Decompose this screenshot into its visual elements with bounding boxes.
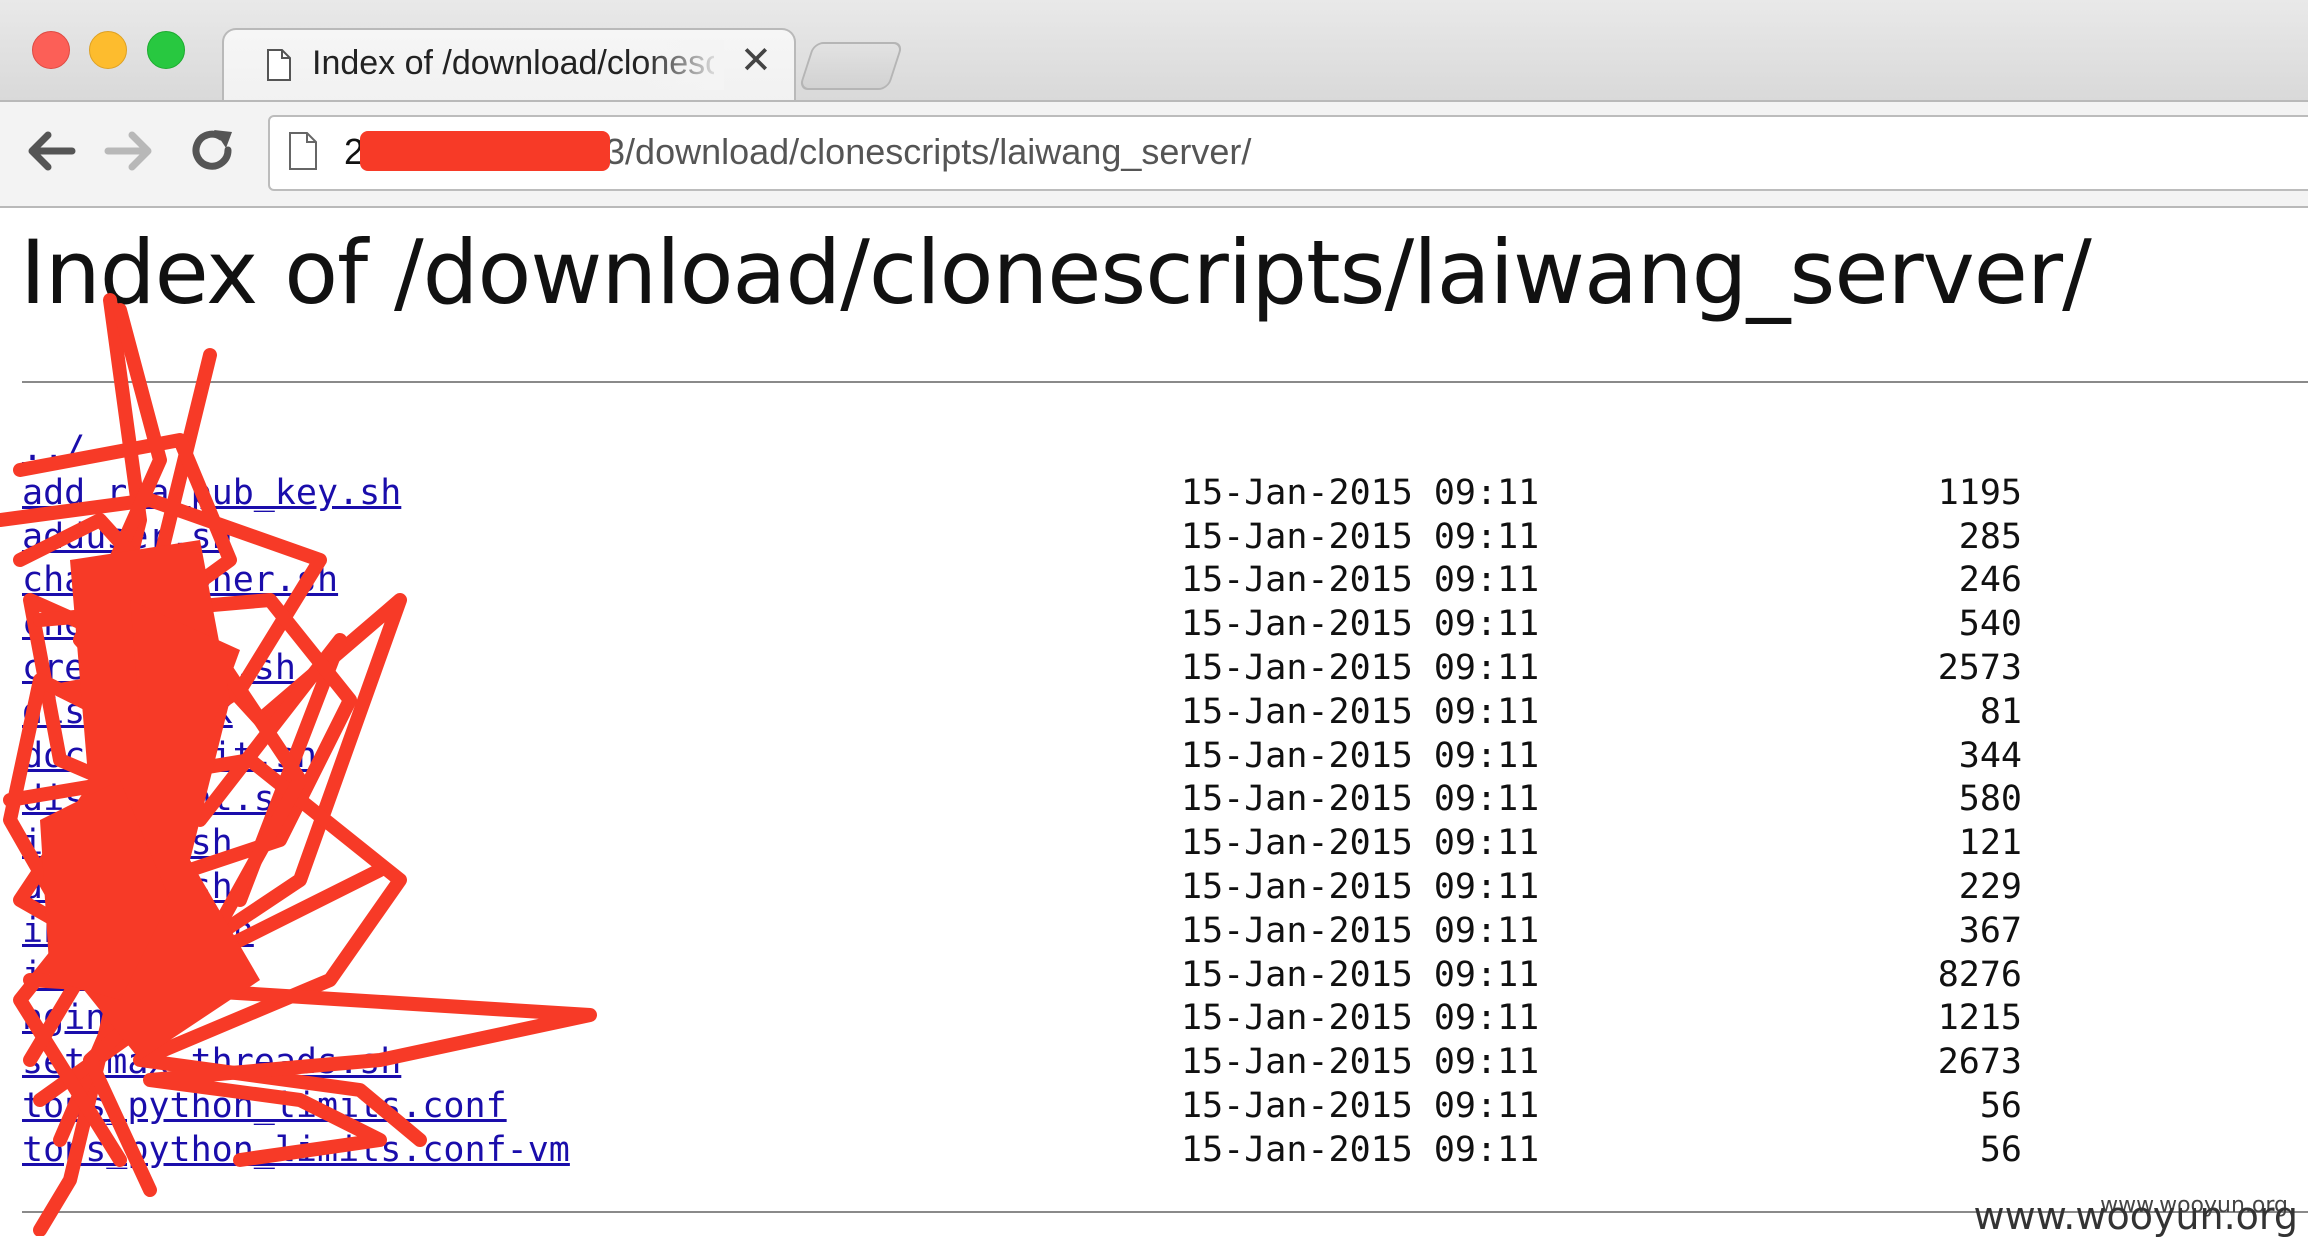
file-size: 229 bbox=[1958, 866, 2022, 907]
reload-icon[interactable] bbox=[190, 128, 236, 174]
window-maximize-button[interactable] bbox=[147, 31, 185, 69]
file-size: 1195 bbox=[1937, 472, 2022, 513]
page-content: Index of /download/clonescripts/laiwang_… bbox=[0, 206, 2308, 1238]
forward-icon[interactable] bbox=[104, 128, 156, 174]
redaction-mark bbox=[360, 131, 610, 171]
modified-date: 15-Jan-2015 09:11 bbox=[1181, 910, 1540, 951]
file-size: 8276 bbox=[1937, 954, 2022, 995]
modified-date: 15-Jan-2015 09:11 bbox=[1181, 1085, 1540, 1126]
file-size: 2673 bbox=[1937, 1042, 2022, 1083]
page-info-icon[interactable] bbox=[288, 131, 318, 171]
tab-close-icon[interactable]: ✕ bbox=[740, 42, 772, 80]
url-path: 3/download/clonescripts/laiwang_server/ bbox=[605, 131, 1252, 172]
modified-date: 15-Jan-2015 09:11 bbox=[1181, 823, 1540, 864]
document-icon bbox=[267, 49, 291, 81]
modified-date: 15-Jan-2015 09:11 bbox=[1181, 779, 1540, 820]
modified-date: 15-Jan-2015 09:11 bbox=[1181, 735, 1540, 776]
modified-date: 15-Jan-2015 09:11 bbox=[1181, 1042, 1540, 1083]
modified-date: 15-Jan-2015 09:11 bbox=[1181, 866, 1540, 907]
file-size: 344 bbox=[1958, 735, 2022, 776]
file-size: 81 bbox=[1979, 691, 2022, 732]
redaction-scribble bbox=[0, 293, 597, 1236]
modified-date: 15-Jan-2015 09:11 bbox=[1181, 560, 1540, 601]
modified-date: 15-Jan-2015 09:11 bbox=[1181, 472, 1540, 513]
address-bar[interactable]: 2 3/download/clonescripts/laiwang_server/ bbox=[268, 115, 2308, 191]
browser-toolbar: 2 3/download/clonescripts/laiwang_server/ bbox=[0, 100, 2308, 208]
new-tab-button[interactable] bbox=[798, 42, 904, 90]
file-size: 246 bbox=[1958, 560, 2022, 601]
browser-titlebar: Index of /download/clonescripts/laiwang_… bbox=[0, 0, 2308, 104]
file-size: 56 bbox=[1979, 1085, 2022, 1126]
watermark: www.wooyun.org bbox=[1973, 1194, 2298, 1238]
browser-tab-active[interactable]: Index of /download/clonescripts/laiwang_… bbox=[222, 28, 796, 104]
file-size: 367 bbox=[1958, 910, 2022, 951]
modified-date: 15-Jan-2015 09:11 bbox=[1181, 604, 1540, 645]
modified-date: 15-Jan-2015 09:11 bbox=[1181, 954, 1540, 995]
file-size: 580 bbox=[1958, 779, 2022, 820]
file-size: 1215 bbox=[1937, 998, 2022, 1039]
file-size: 56 bbox=[1979, 1129, 2022, 1170]
modified-date: 15-Jan-2015 09:11 bbox=[1181, 647, 1540, 688]
modified-date: 15-Jan-2015 09:11 bbox=[1181, 1129, 1540, 1170]
file-size: 285 bbox=[1958, 516, 2022, 557]
file-size: 540 bbox=[1958, 604, 2022, 645]
modified-date: 15-Jan-2015 09:11 bbox=[1181, 998, 1540, 1039]
file-size: 121 bbox=[1958, 823, 2022, 864]
modified-date: 15-Jan-2015 09:11 bbox=[1181, 516, 1540, 557]
back-icon[interactable] bbox=[24, 128, 76, 174]
modified-date: 15-Jan-2015 09:11 bbox=[1181, 691, 1540, 732]
window-minimize-button[interactable] bbox=[89, 31, 127, 69]
window-close-button[interactable] bbox=[32, 31, 70, 69]
file-size: 2573 bbox=[1937, 647, 2022, 688]
